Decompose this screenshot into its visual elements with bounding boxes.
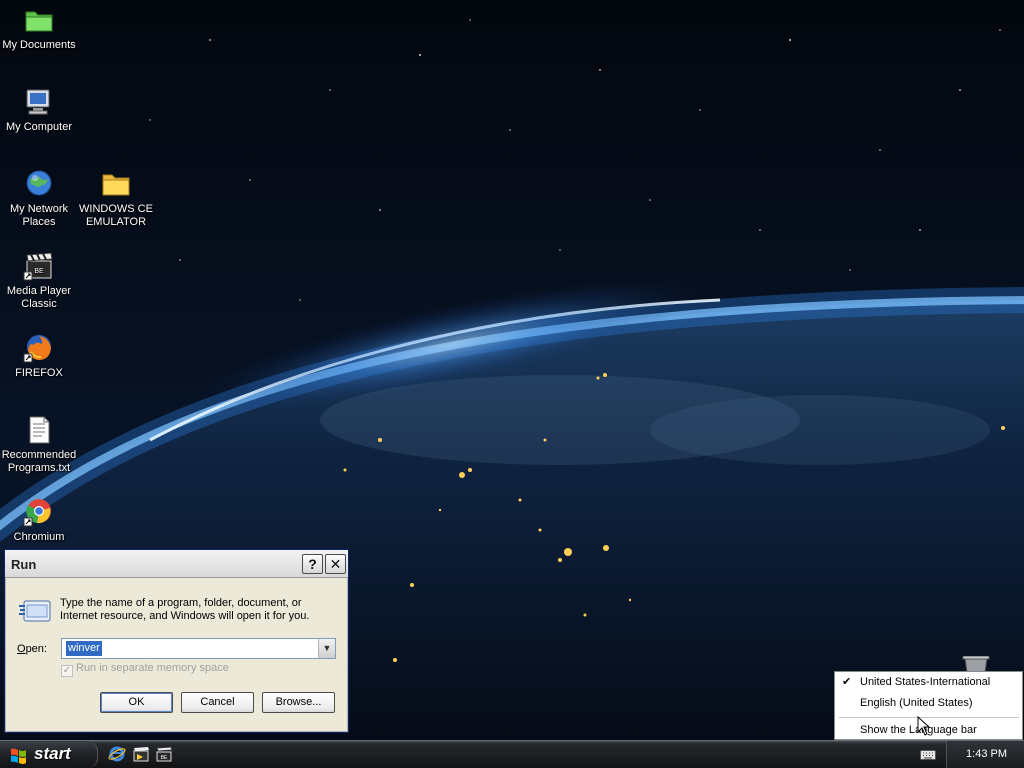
text-file-icon: [23, 414, 55, 446]
desktop-icon-windows-ce-emulator[interactable]: WINDOWS CE EMULATOR: [77, 168, 155, 229]
desktop-icon-my-documents[interactable]: My Documents: [0, 4, 78, 52]
menu-item-us-international[interactable]: ✔ United States-International: [836, 673, 1022, 691]
desktop-icon-label: My Network Places: [9, 203, 69, 228]
internet-explorer-icon[interactable]: [108, 745, 126, 763]
desktop-icon-recommended-programs[interactable]: Recommended Programs.txt: [0, 414, 78, 475]
keyboard-icon[interactable]: [920, 749, 936, 761]
desktop-icon-label: Chromium: [13, 531, 65, 543]
desktop-icon-my-network-places[interactable]: My Network Places: [0, 168, 78, 229]
media-player-icon[interactable]: [132, 745, 150, 763]
desktop-icon-label: My Documents: [2, 39, 76, 51]
menu-item-label: United States-International: [860, 676, 991, 688]
desktop-icon-label: FIREFOX: [15, 367, 63, 379]
open-label-rest: pen:: [25, 643, 47, 655]
run-program-icon: [18, 597, 52, 625]
browse-button[interactable]: Browse...: [262, 692, 335, 713]
separate-memory-label: Run in separate memory space: [76, 662, 229, 674]
recycle-bin-icon[interactable]: [962, 655, 990, 673]
run-description-text: Type the name of a program, folder, docu…: [60, 597, 310, 622]
network-globe-icon: [23, 168, 55, 200]
start-label: start: [34, 744, 71, 763]
system-tray: 1:43 PM: [946, 741, 1024, 768]
menu-item-english-us[interactable]: English (United States): [836, 694, 1022, 712]
open-combobox[interactable]: winver ▼: [61, 638, 336, 659]
firefox-icon: [23, 332, 55, 364]
desktop-icon-media-player-classic[interactable]: BE Media Player Classic: [0, 250, 78, 311]
svg-text:BE: BE: [34, 268, 44, 275]
desktop-icon-label: Recommended Programs.txt: [1, 449, 77, 474]
run-dialog-titlebar[interactable]: Run ? ✕: [5, 550, 348, 578]
computer-icon: [23, 86, 55, 118]
clock[interactable]: 1:43 PM: [966, 748, 1007, 760]
checkmark-icon: ✔: [842, 676, 852, 688]
start-button[interactable]: start: [0, 741, 98, 768]
separate-memory-option: ✓ Run in separate memory space: [61, 662, 229, 677]
chromium-icon: [23, 496, 55, 528]
desktop-icon-label: My Computer: [5, 121, 73, 133]
menu-item-label: English (United States): [860, 697, 973, 709]
taskbar: start BE 1:43 PM: [0, 740, 1024, 768]
desktop-icon-label: WINDOWS CE EMULATOR: [79, 203, 153, 228]
cancel-button[interactable]: Cancel: [181, 692, 254, 713]
desktop-icon-chromium[interactable]: Chromium: [0, 496, 78, 544]
chevron-down-icon[interactable]: ▼: [318, 639, 335, 658]
run-dialog: Run ? ✕ Type the name of a program, fold…: [4, 549, 349, 733]
folder-icon: [100, 168, 132, 200]
desktop-icon-my-computer[interactable]: My Computer: [0, 86, 78, 134]
desktop-icon-firefox[interactable]: FIREFOX: [0, 332, 78, 380]
open-label-accesskey: O: [17, 643, 26, 655]
run-dialog-title: Run: [11, 557, 37, 572]
help-button[interactable]: ?: [302, 554, 323, 574]
open-label: Open:: [17, 643, 47, 655]
mouse-cursor-icon: [917, 715, 931, 736]
close-button[interactable]: ✕: [325, 554, 346, 574]
svg-text:BE: BE: [161, 755, 168, 761]
separate-memory-checkbox: ✓: [61, 665, 73, 677]
desktop-icon-label: Media Player Classic: [6, 285, 72, 310]
ok-button[interactable]: OK: [100, 692, 173, 713]
windows-logo-icon: [10, 746, 27, 764]
folder-green-icon: [23, 4, 55, 36]
clapperboard-icon: BE: [23, 250, 55, 282]
clapperboard-icon[interactable]: BE: [155, 745, 173, 763]
open-input[interactable]: winver: [66, 641, 102, 656]
